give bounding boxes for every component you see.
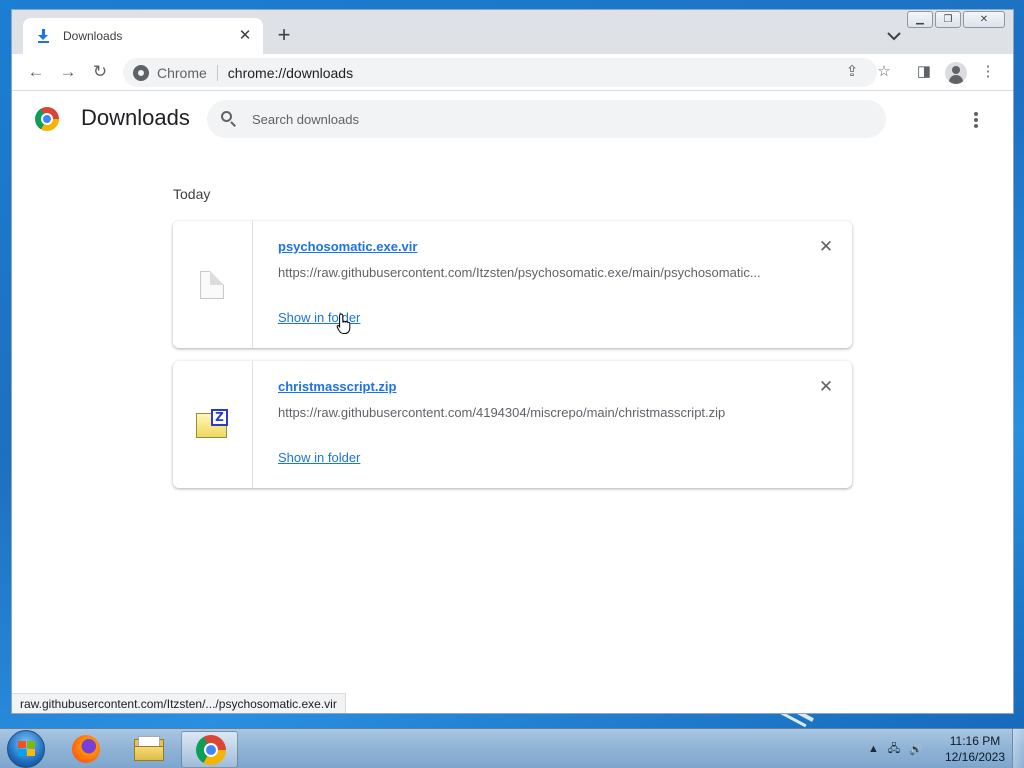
window-controls: ▁ ❐ ✕ [905,11,1005,28]
taskbar-chrome[interactable] [181,731,238,768]
firefox-icon [72,735,100,763]
tab-strip: Downloads ✕ + ▁ ❐ ✕ [12,10,1013,54]
more-actions-icon[interactable] [967,111,985,129]
link-status-bubble: raw.githubusercontent.com/Itzsten/.../ps… [12,693,346,713]
clock-date: 12/16/2023 [944,750,1006,764]
share-icon[interactable]: ⇪ [842,62,862,82]
minimize-button[interactable]: ▁ [907,11,933,28]
download-icon [37,28,51,44]
clock-time: 11:16 PM [949,734,1001,748]
browser-window: Downloads ✕ + ▁ ❐ ✕ ← → ↻ Chrome chrome:… [11,9,1014,714]
page-title: Downloads [81,105,190,130]
file-source-url: https://raw.githubusercontent.com/Itzste… [278,265,761,280]
taskbar: ▲ 🖧 🔊 11:16 PM 12/16/2023 [0,728,1024,768]
generic-file-icon [200,271,224,299]
hand-cursor-icon [336,313,351,334]
windows-logo-icon [18,741,36,758]
address-chip: Chrome [157,64,218,81]
chrome-logo-icon [35,107,59,131]
reload-icon[interactable]: ↻ [88,60,112,84]
file-icon-area: Z [173,361,253,488]
file-icon-area [173,221,253,348]
address-url[interactable]: chrome://downloads [228,65,353,81]
restore-button[interactable]: ❐ [935,11,961,28]
file-name-link[interactable]: psychosomatic.exe.vir [278,239,417,254]
date-heading: Today [173,186,211,202]
download-item: psychosomatic.exe.vir https://raw.github… [173,221,852,348]
tab-search-chevron-icon[interactable] [885,27,903,45]
downloads-page: Downloads Today psychosomatic.exe.vir ht… [12,91,1013,713]
remove-item-close-icon[interactable]: ✕ [816,237,836,257]
taskbar-clock[interactable]: 11:16 PM 12/16/2023 [940,733,1010,765]
search-icon [220,110,238,128]
network-icon[interactable]: 🖧 [888,740,900,759]
browser-menu-icon[interactable]: ⋮ [978,62,998,82]
start-button[interactable] [7,730,45,768]
show-hidden-icons-icon[interactable]: ▲ [868,743,879,755]
forward-arrow-icon[interactable]: → [56,60,80,84]
file-source-url: https://raw.githubusercontent.com/419430… [278,405,726,420]
download-item: Z christmasscript.zip https://raw.github… [173,361,852,488]
zip-archive-icon: Z [196,409,229,438]
volume-icon[interactable]: 🔊 [909,743,923,756]
show-in-folder-link[interactable]: Show in folder [278,450,360,465]
taskbar-firefox[interactable] [57,731,114,768]
address-bar[interactable]: Chrome chrome://downloads [123,58,877,87]
remove-item-close-icon[interactable]: ✕ [816,377,836,397]
back-arrow-icon[interactable]: ← [24,60,48,84]
bookmark-star-icon[interactable]: ☆ [874,62,894,82]
side-panel-icon[interactable]: ◨ [914,62,934,82]
tab-close-icon[interactable]: ✕ [236,27,254,45]
file-name-link[interactable]: christmasscript.zip [278,379,397,394]
toolbar: ← → ↻ Chrome chrome://downloads ⇪ ☆ ◨ ⋮ [12,54,1013,91]
taskbar-explorer[interactable] [119,731,176,768]
system-tray: ▲ 🖧 🔊 [868,729,932,768]
window-close-button[interactable]: ✕ [963,11,1005,28]
search-input[interactable] [252,111,832,127]
new-tab-button[interactable]: + [274,24,294,46]
chrome-page-icon [133,64,149,81]
page-header: Downloads [12,91,1013,147]
folder-icon [134,736,164,761]
tab-title: Downloads [63,29,123,43]
search-box[interactable] [207,100,886,138]
tab-downloads[interactable]: Downloads ✕ [23,18,263,54]
show-desktop-button[interactable] [1012,729,1024,768]
profile-avatar-icon[interactable] [945,62,967,84]
chrome-icon [196,735,226,765]
